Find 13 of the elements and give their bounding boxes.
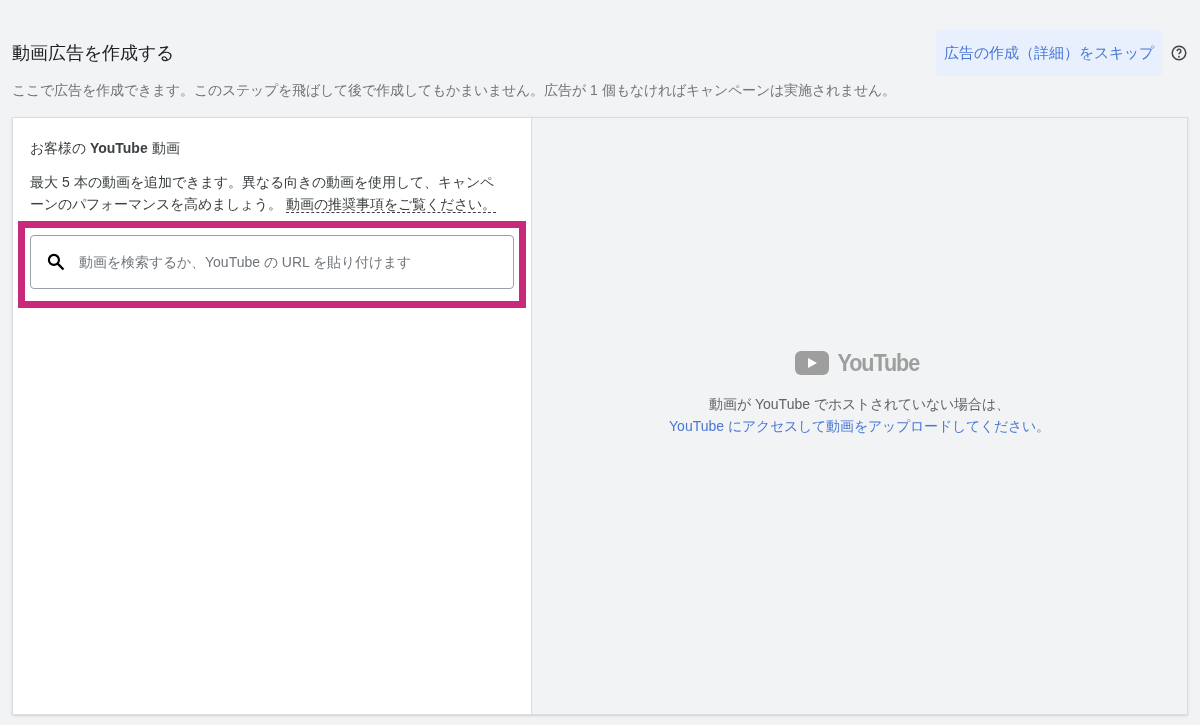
panel-description: 最大 5 本の動画を追加できます。異なる向きの動画を使用して、キャンペーンのパフォーマンスを高めましょう。 動画の推奨事項をご覧ください。 <box>30 173 497 215</box>
help-icon[interactable] <box>1170 44 1188 62</box>
play-icon <box>795 351 830 375</box>
skip-button[interactable]: 広告の作成（詳細）をスキップ <box>936 30 1162 76</box>
page-title: 動画広告を作成する <box>12 41 174 65</box>
search-icon <box>46 252 66 272</box>
panel-heading: お客様の YouTube 動画 <box>30 139 181 158</box>
recommendations-link[interactable]: 動画の推奨事項をご覧ください。 <box>285 196 496 213</box>
upload-link[interactable]: YouTube にアクセスして動画をアップロードしてください。 <box>669 418 1050 434</box>
search-field[interactable]: 動画を検索するか、YouTube の URL を貼り付けます <box>30 235 514 289</box>
upload-hint-text: 動画が YouTube でホストされていない場合は、 YouTube にアクセスして動画をアップロードしてください。 <box>668 395 1051 436</box>
description-text: ここで広告を作成できます。このステップを飛ばして後で作成してもかまいません。広告が 1 個もなければキャンペーンは実施されません。 <box>12 81 897 100</box>
youtube-logo-text: YouTube <box>837 348 920 378</box>
